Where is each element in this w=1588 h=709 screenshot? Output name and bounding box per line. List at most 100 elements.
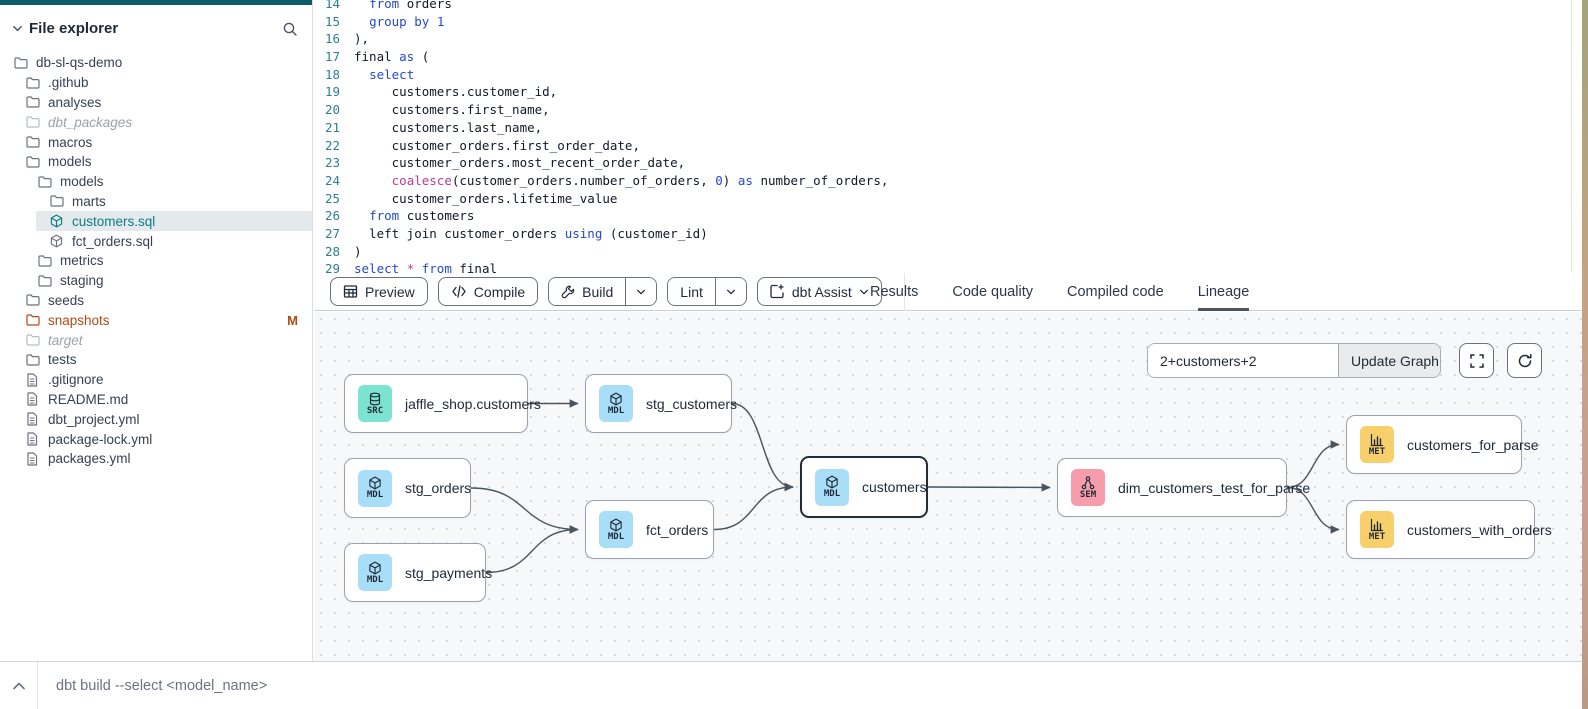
lineage-node-customers[interactable]: MDLcustomers — [800, 456, 928, 518]
tree-item-label: .gitignore — [48, 372, 104, 387]
lineage-node-fct_orders[interactable]: MDLfct_orders — [585, 500, 714, 559]
tree-item-package-lock.yml[interactable]: package-lock.yml — [0, 429, 312, 449]
line-number: 20 — [314, 101, 354, 119]
file-icon — [26, 412, 41, 426]
tree-item-marts[interactable]: marts — [0, 192, 312, 212]
code-text: customers.last_name, — [354, 119, 542, 137]
tree-item-customers.sql[interactable]: customers.sql — [36, 211, 312, 231]
code-line-26[interactable]: 26 from customers — [314, 207, 1582, 225]
met-badge: MET — [1360, 426, 1394, 463]
tree-item-models[interactable]: models — [0, 172, 312, 192]
code-line-17[interactable]: 17final as ( — [314, 48, 1582, 66]
code-line-15[interactable]: 15 group by 1 — [314, 13, 1582, 31]
line-number: 14 — [314, 0, 354, 13]
lineage-node-jaffle_shop.customers[interactable]: SRCjaffle_shop.customers — [344, 374, 528, 433]
tree-item-seeds[interactable]: seeds — [0, 291, 312, 311]
code-line-28[interactable]: 28) — [314, 243, 1582, 261]
folder-icon — [38, 275, 53, 287]
build-dropdown-chevron[interactable] — [625, 278, 656, 305]
node-label: customers_for_parse — [1407, 437, 1539, 453]
folder-icon — [26, 334, 41, 346]
tree-item-analyses[interactable]: analyses — [0, 93, 312, 113]
node-selector-input[interactable] — [1148, 344, 1338, 377]
update-graph-button[interactable]: Update Graph — [1338, 344, 1441, 377]
model-icon — [50, 214, 65, 228]
build-label: Build — [582, 284, 613, 300]
preview-button[interactable]: Preview — [330, 277, 428, 306]
code-line-14[interactable]: 14 from orders — [314, 0, 1582, 13]
tree-item-target[interactable]: target — [0, 330, 312, 350]
code-line-24[interactable]: 24 coalesce(customer_orders.number_of_or… — [314, 172, 1582, 190]
code-line-23[interactable]: 23 customer_orders.most_recent_order_dat… — [314, 154, 1582, 172]
folder-icon — [26, 294, 41, 306]
assist-dropdown-chevron[interactable] — [859, 287, 869, 297]
code-line-16[interactable]: 16), — [314, 30, 1582, 48]
tree-item-README.md[interactable]: README.md — [0, 390, 312, 410]
dbt-command-input[interactable] — [38, 678, 558, 694]
tree-item-dbt_project.yml[interactable]: dbt_project.yml — [0, 409, 312, 429]
tree-item-macros[interactable]: macros — [0, 132, 312, 152]
code-line-22[interactable]: 22 customer_orders.first_order_date, — [314, 137, 1582, 155]
search-icon[interactable] — [282, 21, 298, 37]
lineage-node-dim_customers_test_for_parse[interactable]: SEMdim_customers_test_for_parse — [1057, 458, 1287, 517]
lineage-node-customers_for_parse[interactable]: METcustomers_for_parse — [1346, 415, 1522, 474]
node-label: fct_orders — [646, 522, 708, 538]
dbt-assist-label: dbt Assist — [792, 284, 852, 300]
lint-button[interactable]: Lint — [668, 278, 715, 305]
tree-item-.gitignore[interactable]: .gitignore — [0, 370, 312, 390]
fullscreen-button[interactable] — [1459, 343, 1494, 378]
chevron-down-icon[interactable] — [12, 23, 23, 34]
tab-compiled-code[interactable]: Compiled code — [1067, 273, 1164, 311]
tree-item-.github[interactable]: .github — [0, 73, 312, 93]
lint-dropdown-chevron[interactable] — [715, 278, 746, 305]
code-line-18[interactable]: 18 select — [314, 66, 1582, 84]
lineage-canvas[interactable]: SRCjaffle_shop.customers MDLstg_customers… — [314, 312, 1582, 661]
code-text: from orders — [354, 0, 452, 13]
tree-item-staging[interactable]: staging — [0, 271, 312, 291]
build-button[interactable]: Build — [549, 278, 625, 305]
tree-item-tests[interactable]: tests — [0, 350, 312, 370]
tree-item-models[interactable]: models — [0, 152, 312, 172]
tree-item-packages.yml[interactable]: packages.yml — [0, 449, 312, 469]
code-text: left join customer_orders using (custome… — [354, 225, 708, 243]
refresh-button[interactable] — [1507, 343, 1542, 378]
tree-item-label: dbt_project.yml — [48, 412, 140, 427]
sem-badge: SEM — [1071, 469, 1105, 506]
code-editor[interactable]: 14 from orders15 group by 116),17final a… — [314, 0, 1582, 273]
dbt-assist-button[interactable]: dbt Assist — [757, 277, 882, 306]
line-number: 27 — [314, 225, 354, 243]
code-line-25[interactable]: 25 customer_orders.lifetime_value — [314, 190, 1582, 208]
lineage-node-stg_orders[interactable]: MDLstg_orders — [344, 458, 471, 518]
tree-item-label: dbt_packages — [48, 115, 132, 130]
tree-item-label: customers.sql — [72, 214, 155, 229]
tree-item-dbt_packages[interactable]: dbt_packages — [0, 112, 312, 132]
code-line-19[interactable]: 19 customers.customer_id, — [314, 83, 1582, 101]
tree-item-fct_orders.sql[interactable]: fct_orders.sql — [0, 231, 312, 251]
sparkle-panel-icon — [770, 284, 785, 299]
node-label: jaffle_shop.customers — [405, 396, 541, 412]
lineage-node-customers_with_orders[interactable]: METcustomers_with_orders — [1346, 500, 1535, 559]
tree-item-db-sl-qs-demo[interactable]: db-sl-qs-demo — [0, 53, 312, 73]
compile-button[interactable]: Compile — [438, 277, 538, 306]
wrench-icon — [561, 285, 575, 299]
tree-item-label: snapshots — [48, 313, 110, 328]
modified-badge: M — [287, 313, 298, 328]
file-tree: db-sl-qs-demo.githubanalyses dbt_packages… — [0, 53, 312, 469]
tab-lineage[interactable]: Lineage — [1198, 273, 1250, 311]
tree-item-label: metrics — [60, 253, 104, 268]
tab-code-quality[interactable]: Code quality — [952, 273, 1033, 311]
file-icon — [26, 432, 41, 446]
tree-item-snapshots[interactable]: snapshots M — [0, 310, 312, 330]
code-line-21[interactable]: 21 customers.last_name, — [314, 119, 1582, 137]
code-line-29[interactable]: 29select * from final — [314, 260, 1582, 273]
fullscreen-icon — [1469, 353, 1485, 369]
table-icon — [343, 284, 358, 299]
code-text: ), — [354, 30, 369, 48]
code-line-20[interactable]: 20 customers.first_name, — [314, 101, 1582, 119]
tab-results[interactable]: Results — [870, 273, 918, 311]
code-line-27[interactable]: 27 left join customer_orders using (cust… — [314, 225, 1582, 243]
chevron-up-icon[interactable] — [0, 682, 37, 690]
lineage-node-stg_customers[interactable]: MDLstg_customers — [585, 374, 732, 433]
lineage-node-stg_payments[interactable]: MDLstg_payments — [344, 543, 486, 602]
tree-item-metrics[interactable]: metrics — [0, 251, 312, 271]
